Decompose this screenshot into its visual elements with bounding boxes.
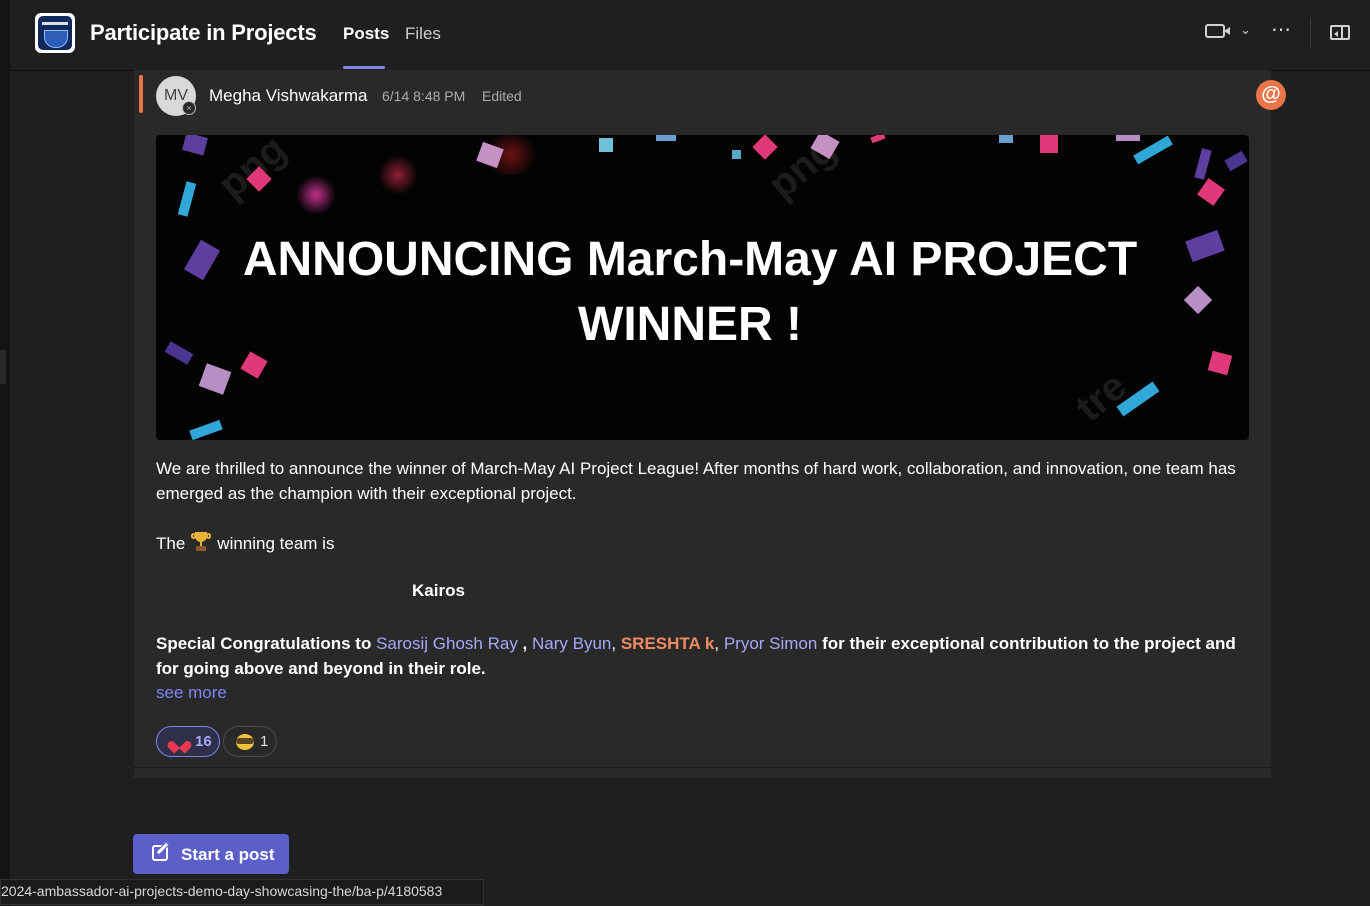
tab-files[interactable]: Files: [405, 24, 441, 44]
glow-decoration: [378, 155, 418, 195]
rail-handle[interactable]: [0, 350, 6, 384]
mention-icon: @: [1256, 80, 1286, 110]
author-name[interactable]: Megha Vishwakarma: [209, 86, 367, 106]
confetti: [732, 150, 741, 159]
banner-title: ANNOUNCING March-May AI PROJECT WINNER !: [156, 227, 1224, 357]
card-divider: [134, 767, 1271, 768]
mention-accent-bar: [139, 75, 143, 113]
trophy-icon: [191, 531, 212, 553]
presence-offline-icon: ×: [182, 101, 196, 115]
confetti: [870, 135, 886, 144]
more-options-icon[interactable]: ⋯: [1271, 17, 1292, 42]
congratulations-paragraph: Special Congratulations to Sarosij Ghosh…: [156, 631, 1251, 681]
confetti: [752, 135, 778, 160]
mention-link[interactable]: Sarosij Ghosh Ray: [376, 634, 518, 653]
mention-link[interactable]: Nary Byun: [532, 634, 611, 653]
team-logo[interactable]: [35, 13, 75, 53]
announcement-banner: png png tre ANNOUNCING March-May AI PROJ…: [156, 135, 1249, 440]
open-panel-icon[interactable]: [1330, 25, 1350, 40]
confetti: [1197, 178, 1225, 206]
chevron-down-icon[interactable]: ⌄: [1240, 22, 1251, 38]
glow-decoration: [296, 175, 336, 215]
shield-icon: [38, 16, 72, 50]
separator: ,: [714, 634, 724, 653]
confetti: [656, 135, 676, 141]
mention-link-self[interactable]: SRESHTA k: [621, 634, 715, 653]
confetti: [198, 363, 232, 395]
confetti: [182, 135, 208, 156]
see-more-link[interactable]: see more: [156, 683, 227, 703]
confetti: [189, 419, 223, 440]
confetti: [1194, 148, 1212, 180]
tab-posts[interactable]: Posts: [343, 24, 389, 44]
start-post-button[interactable]: Start a post: [133, 834, 289, 874]
channel-header: Participate in Projects Posts Files ⌄ ⋯: [10, 0, 1370, 71]
masked-face-reaction-button[interactable]: 1: [223, 726, 277, 757]
status-bar-url: 2024-ambassador-ai-projects-demo-day-sho…: [0, 879, 484, 905]
header-divider: [1310, 18, 1311, 48]
confetti: [177, 181, 197, 217]
channel-title: Participate in Projects: [90, 20, 317, 45]
reaction-count: 16: [195, 733, 212, 750]
compose-icon: [152, 845, 168, 861]
confetti: [599, 138, 613, 152]
heart-reaction-button[interactable]: 16: [156, 726, 220, 757]
confetti: [1224, 150, 1248, 172]
mention-link[interactable]: Pryor Simon: [724, 634, 818, 653]
post-timestamp: 6/14 8:48 PM: [382, 88, 466, 104]
announcement-paragraph: We are thrilled to announce the winner o…: [156, 459, 1236, 503]
edited-label: Edited: [482, 88, 522, 104]
winning-prefix: The: [156, 534, 186, 553]
video-call-icon[interactable]: [1205, 24, 1230, 38]
banner-title-line-1: ANNOUNCING March-May AI PROJECT: [242, 233, 1138, 286]
confetti: [1040, 135, 1058, 153]
winning-suffix: winning team is: [217, 534, 335, 553]
team-name: Kairos: [412, 581, 465, 600]
heart-icon: [169, 733, 189, 751]
masked-face-icon: [236, 733, 256, 751]
watermark: tre: [1067, 363, 1135, 431]
winning-team-line: The winning team is: [156, 531, 334, 556]
separator: ,: [517, 634, 532, 653]
reaction-count: 1: [260, 733, 269, 750]
banner-title-line-2: WINNER !: [578, 298, 802, 351]
active-tab-indicator: [343, 66, 385, 69]
congrats-prefix: Special Congratulations to: [156, 634, 372, 653]
confetti: [1116, 135, 1140, 141]
separator: ,: [611, 634, 621, 653]
confetti: [999, 135, 1013, 143]
start-post-label: Start a post: [181, 845, 275, 864]
left-rail: [0, 0, 10, 906]
